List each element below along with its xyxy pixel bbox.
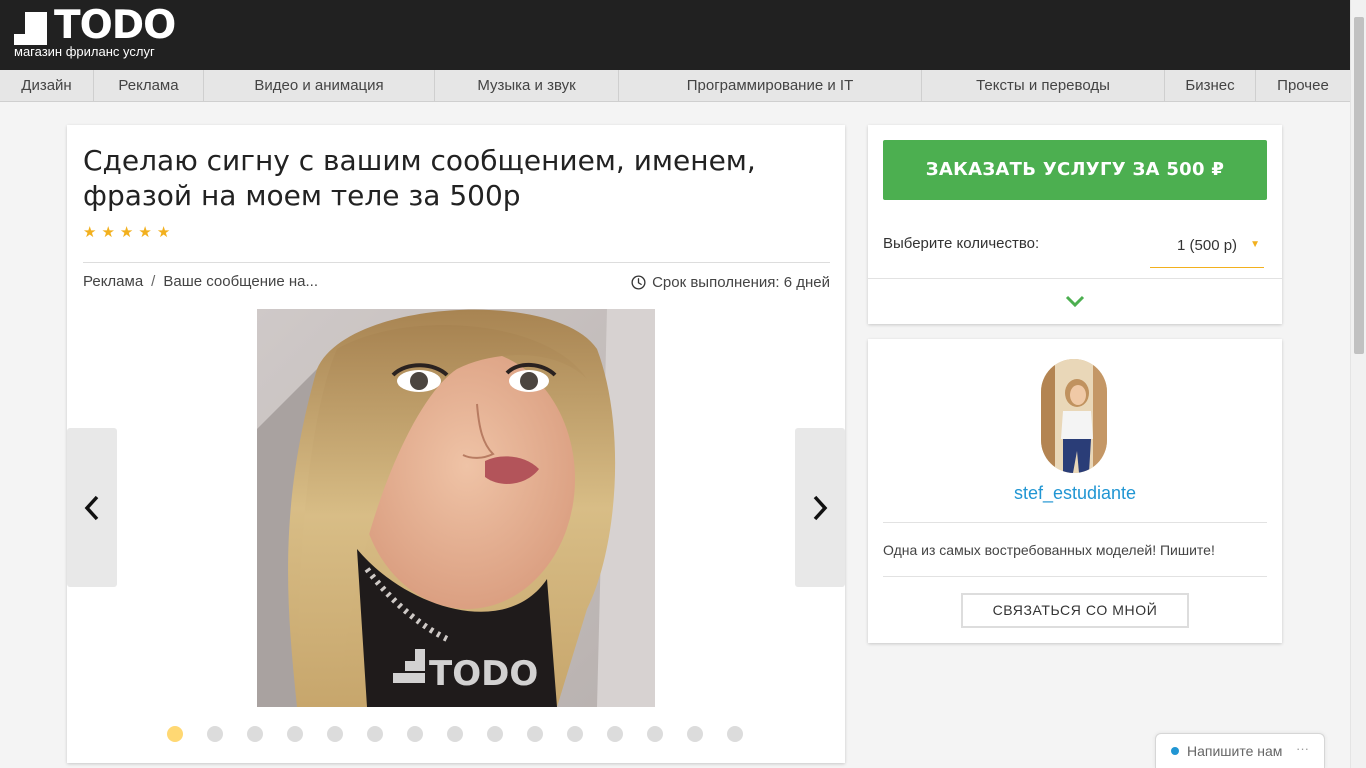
quantity-label: Выберите количество: bbox=[883, 235, 1040, 252]
nav-item-other[interactable]: Прочее bbox=[1256, 70, 1350, 101]
nav-item-design[interactable]: Дизайн bbox=[0, 70, 94, 101]
gallery-dot[interactable] bbox=[567, 726, 583, 742]
gallery-dot[interactable] bbox=[247, 726, 263, 742]
online-dot-icon bbox=[1171, 747, 1179, 755]
star-icon: ★ bbox=[101, 224, 115, 241]
contact-seller-button[interactable]: СВЯЗАТЬСЯ СО МНОЙ bbox=[961, 593, 1189, 628]
nav-item-texts-translations[interactable]: Тексты и переводы bbox=[922, 70, 1165, 101]
rating-stars: ★ ★ ★ ★ ★ bbox=[83, 225, 170, 241]
breadcrumb: Реклама / Ваше сообщение на... bbox=[83, 273, 318, 290]
gallery-prev-button[interactable] bbox=[67, 428, 117, 587]
logo-mark-icon bbox=[14, 12, 47, 45]
seller-divider bbox=[883, 576, 1267, 577]
gallery-next-button[interactable] bbox=[795, 428, 845, 587]
site-header: TODO магазин фриланс услуг bbox=[0, 0, 1350, 70]
chat-label: Напишите нам bbox=[1187, 743, 1283, 759]
clock-icon bbox=[631, 275, 646, 290]
order-divider bbox=[868, 278, 1282, 279]
title-divider bbox=[83, 262, 830, 263]
gallery-dot[interactable] bbox=[327, 726, 343, 742]
nav-item-business[interactable]: Бизнес bbox=[1165, 70, 1256, 101]
logo-subtitle: магазин фриланс услуг bbox=[14, 44, 155, 59]
gallery-pagination bbox=[167, 726, 743, 742]
gallery-dot[interactable] bbox=[487, 726, 503, 742]
gig-image: TODO bbox=[257, 309, 655, 707]
chat-more-icon[interactable]: ··· bbox=[1296, 741, 1309, 756]
gallery-dot[interactable] bbox=[407, 726, 423, 742]
gallery-dot[interactable] bbox=[447, 726, 463, 742]
quantity-selected-value: 1 (500 р) bbox=[1177, 237, 1238, 254]
gallery-dot[interactable] bbox=[287, 726, 303, 742]
gallery-dot[interactable] bbox=[647, 726, 663, 742]
star-icon: ★ bbox=[83, 224, 97, 241]
image-watermark-text: TODO bbox=[429, 654, 538, 694]
breadcrumb-separator: / bbox=[151, 273, 156, 290]
gig-title: Сделаю сигну с вашим сообщением, именем,… bbox=[83, 144, 756, 212]
seller-bio: Одна из самых востребованных моделей! Пи… bbox=[883, 542, 1215, 558]
quantity-select[interactable]: 1 (500 р) ▼ bbox=[1150, 233, 1264, 268]
order-card: ЗАКАЗАТЬ УСЛУГУ ЗА 500 ₽ Выберите количе… bbox=[868, 125, 1282, 324]
breadcrumb-current: Ваше сообщение на... bbox=[163, 273, 318, 290]
logo-title: TODO bbox=[54, 3, 176, 48]
caret-down-icon: ▼ bbox=[1250, 239, 1260, 250]
avatar-image bbox=[1041, 359, 1107, 473]
star-icon: ★ bbox=[119, 224, 134, 241]
gallery-dot[interactable] bbox=[367, 726, 383, 742]
chevron-down-icon bbox=[1065, 295, 1085, 308]
gallery-dot[interactable] bbox=[527, 726, 543, 742]
deadline-text: Срок выполнения: 6 дней bbox=[652, 274, 830, 291]
deadline-info: Срок выполнения: 6 дней bbox=[631, 274, 830, 291]
nav-item-programming[interactable]: Программирование и IT bbox=[619, 70, 922, 101]
gallery-dot[interactable] bbox=[687, 726, 703, 742]
seller-divider bbox=[883, 522, 1267, 523]
breadcrumb-category-link[interactable]: Реклама bbox=[83, 273, 143, 290]
gallery-dot[interactable] bbox=[727, 726, 743, 742]
star-icon: ★ bbox=[138, 224, 152, 241]
seller-name-link[interactable]: stef_estudiante bbox=[868, 483, 1282, 504]
expand-details-button[interactable] bbox=[1063, 293, 1087, 314]
seller-card: stef_estudiante Одна из самых востребова… bbox=[868, 339, 1282, 643]
gallery-dot[interactable] bbox=[607, 726, 623, 742]
gig-photo-illustration: TODO bbox=[257, 309, 655, 707]
chevron-right-icon bbox=[813, 495, 828, 520]
nav-item-music-sound[interactable]: Музыка и звук bbox=[435, 70, 619, 101]
gallery-dot[interactable] bbox=[167, 726, 183, 742]
category-nav: Дизайн Реклама Видео и анимация Музыка и… bbox=[0, 70, 1350, 102]
page-scrollbar[interactable] bbox=[1350, 0, 1366, 768]
chevron-left-icon bbox=[84, 495, 99, 520]
site-logo[interactable]: TODO магазин фриланс услуг bbox=[14, 3, 176, 63]
chat-widget[interactable]: Напишите нам ··· bbox=[1155, 733, 1325, 768]
star-icon: ★ bbox=[156, 224, 171, 241]
order-service-button[interactable]: ЗАКАЗАТЬ УСЛУГУ ЗА 500 ₽ bbox=[883, 140, 1267, 200]
gallery-dot[interactable] bbox=[207, 726, 223, 742]
nav-item-advertising[interactable]: Реклама bbox=[94, 70, 204, 101]
gig-card: Сделаю сигну с вашим сообщением, именем,… bbox=[67, 125, 845, 763]
scrollbar-thumb[interactable] bbox=[1354, 17, 1364, 354]
avatar[interactable] bbox=[1041, 359, 1107, 473]
nav-item-video-animation[interactable]: Видео и анимация bbox=[204, 70, 435, 101]
